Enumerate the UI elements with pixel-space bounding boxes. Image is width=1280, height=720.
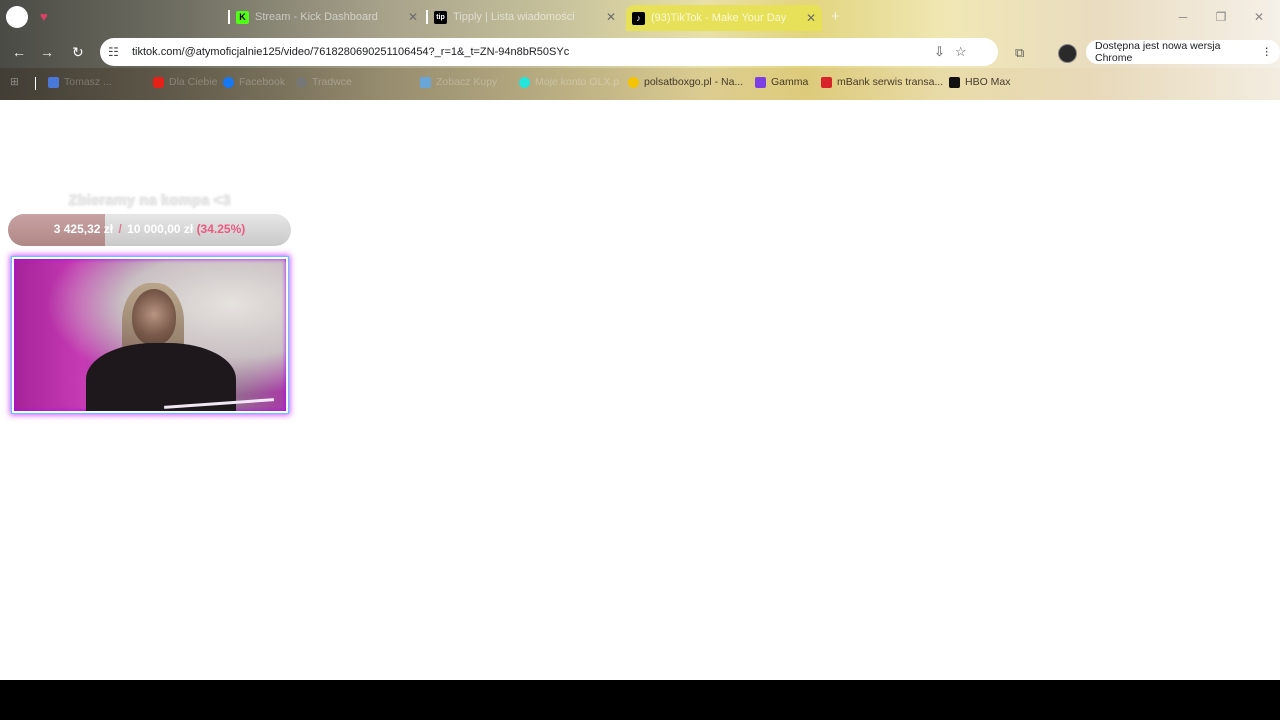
more-menu-icon[interactable]: ⋮ [1262, 46, 1273, 58]
bookmark-label: mBank serwis transa... [837, 76, 944, 88]
url-input[interactable] [130, 45, 924, 59]
webcam-feed [12, 257, 288, 413]
gamma-icon [755, 76, 766, 88]
bookmark-item[interactable]: Tradwce [296, 76, 352, 88]
heart-icon[interactable]: ♥ [40, 9, 48, 24]
forward-icon[interactable]: → [40, 44, 54, 60]
avatar[interactable] [1058, 44, 1077, 63]
site-info-icon[interactable]: ☷ [108, 45, 124, 59]
close-tab-icon[interactable]: ✕ [806, 11, 816, 25]
globe-icon [296, 76, 307, 88]
bookmark-label: HBO Max [965, 76, 1011, 88]
bookmark-label: Tomasz ... [64, 76, 112, 88]
profile-menu-button[interactable] [6, 6, 28, 28]
bookmark-item[interactable]: Dla Ciebie [153, 76, 217, 88]
folder-icon [48, 76, 59, 88]
hbo-icon [949, 76, 960, 88]
goal-percent: (34.25%) [196, 222, 246, 236]
extensions-icon[interactable]: ⧉ [1015, 45, 1024, 61]
bookmark-label: Facebook [239, 76, 286, 88]
tab-separator [426, 10, 428, 24]
update-label: Dostępna jest nowa wersja Chrome [1095, 40, 1221, 64]
bookmark-item[interactable]: Gamma [755, 76, 808, 88]
bookmark-label: Zobacz Kupy [436, 76, 498, 88]
olx-icon [519, 76, 530, 88]
bottom-black-bar [0, 680, 1280, 720]
back-icon[interactable]: ← [12, 44, 26, 60]
tab-kick[interactable]: K Stream - Kick Dashboard ✕ [228, 6, 418, 28]
kick-icon: K [236, 10, 249, 24]
youtube-icon [153, 76, 164, 88]
polsat-icon [628, 76, 639, 88]
goal-separator: / [118, 222, 122, 236]
close-tab-icon[interactable]: ✕ [408, 10, 418, 24]
goal-label: 3 425,32 zł / 10 000,00 zł (34.25%) [8, 222, 291, 236]
goal-current: 3 425,32 zł [53, 222, 114, 236]
tiktok-icon: ♪ [632, 11, 645, 25]
donation-goal-bar: 3 425,32 zł / 10 000,00 zł (34.25%) [8, 214, 291, 246]
bookmark-item[interactable]: Zobacz Kupy [420, 76, 497, 88]
chrome-update-button[interactable]: Dostępna jest nowa wersja Chrome ⋮ [1086, 40, 1280, 64]
bookmark-item[interactable]: Facebook [223, 76, 285, 88]
mbank-icon [821, 76, 832, 88]
bookmark-item[interactable]: HBO Max [949, 76, 1011, 88]
facebook-icon [223, 76, 234, 88]
minimize-icon[interactable]: ─ [1164, 4, 1202, 30]
bookmark-star-icon[interactable]: ☆ [955, 44, 967, 60]
bookmark-label: polsatboxgo.pl - Na... [644, 76, 744, 88]
tab-label: (93)TikTok - Make Your Day [651, 12, 787, 24]
close-tab-icon[interactable]: ✕ [606, 10, 616, 24]
tab-tipply[interactable]: tip Tipply | Lista wiadomości ✕ [426, 6, 616, 28]
bookmark-item[interactable]: Tomasz ... [48, 76, 112, 88]
new-tab-icon[interactable]: + [831, 8, 840, 25]
tab-label: Stream - Kick Dashboard [255, 11, 378, 23]
bookmark-label: Moje konto OLX.p [535, 76, 620, 88]
bookmarks-separator [35, 77, 36, 90]
tab-tiktok[interactable]: ♪ (93)TikTok - Make Your Day ✕ [626, 5, 822, 31]
tipply-icon: tip [434, 10, 447, 24]
tab-separator [228, 10, 230, 24]
tab-strip: ♥ K Stream - Kick Dashboard ✕ tip Tipply… [0, 0, 1280, 34]
webcam-person-face [132, 289, 176, 345]
install-app-icon[interactable]: ⇩ [934, 44, 945, 60]
bookmark-item[interactable]: Moje konto OLX.p [519, 76, 619, 88]
bookmark-label: Tradwce [312, 76, 352, 88]
goal-title: Zbieramy na kompa <3 [68, 192, 231, 209]
apps-icon[interactable]: ⊞ [10, 76, 19, 88]
bookmark-label: Gamma [771, 76, 809, 88]
restore-icon[interactable]: ❐ [1202, 4, 1240, 30]
close-window-icon[interactable]: ✕ [1240, 4, 1278, 30]
bookmark-item[interactable]: mBank serwis transa... [821, 76, 943, 88]
tab-label: Tipply | Lista wiadomości [453, 11, 575, 23]
reload-icon[interactable]: ↻ [72, 44, 84, 61]
bookmark-label: Dla Ciebie [169, 76, 218, 88]
bookmark-item[interactable]: polsatboxgo.pl - Na... [628, 76, 743, 88]
address-bar[interactable]: ☷ ⇩ ☆ [100, 38, 998, 66]
goal-target: 10 000,00 zł [127, 222, 194, 236]
image-icon [420, 76, 431, 88]
